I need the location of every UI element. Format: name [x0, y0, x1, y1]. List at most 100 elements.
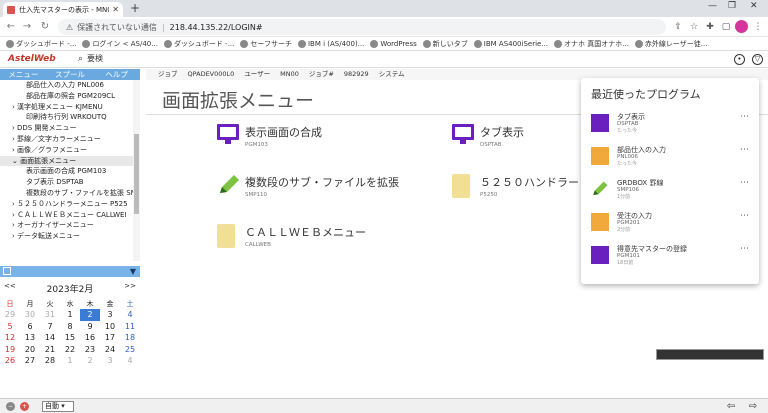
calendar-day[interactable]: 12	[0, 332, 20, 344]
bookmark-item[interactable]: IBM AS400iSerie...	[473, 39, 548, 48]
calendar-day[interactable]: 15	[60, 332, 80, 344]
calendar-day[interactable]: 4	[120, 309, 140, 321]
tree-item[interactable]: › DDS 開発メニュー	[0, 123, 139, 134]
calendar-day[interactable]: 17	[100, 332, 120, 344]
calendar-day[interactable]: 27	[20, 355, 40, 367]
recent-item[interactable]: GRDBOX 罫線 SMP106 1分前 ⋯	[591, 178, 751, 204]
calendar-day[interactable]: 21	[40, 344, 60, 356]
close-window-icon[interactable]: ✕	[750, 1, 758, 11]
collapse-icon[interactable]: ▼	[130, 267, 136, 276]
tree-item[interactable]: › ５２５０ハンドラーメニュー P525	[0, 199, 139, 210]
calendar-day[interactable]: 16	[80, 332, 100, 344]
tree-item[interactable]: › ＣＡＬＬＷＥＢメニュー CALLWEI	[0, 210, 139, 221]
bookmark-item[interactable]: 赤外線レーザー徒...	[634, 39, 707, 49]
tab-menu[interactable]: メニュー	[0, 69, 47, 80]
chat-icon[interactable]: •	[734, 54, 745, 65]
plus-icon[interactable]: +	[20, 402, 29, 411]
tree-item[interactable]: 複数段のサブ・ファイルを拡張 SM	[0, 188, 139, 199]
calendar-day[interactable]: 26	[0, 355, 20, 367]
recent-item[interactable]: 受注の入力 PGM201 2分前 ⋯	[591, 211, 751, 237]
calendar-day[interactable]: 13	[20, 332, 40, 344]
calendar-day[interactable]: 2	[80, 355, 100, 367]
bookmark-item[interactable]: オナホ 真国オナホ...	[554, 39, 629, 49]
tree-scrollbar[interactable]	[133, 80, 140, 261]
calendar-day[interactable]: 14	[40, 332, 60, 344]
bookmark-item[interactable]: ダッシュボード -...	[6, 39, 76, 49]
calendar-day[interactable]: 5	[0, 321, 20, 333]
menu-item-callweb[interactable]: ＣＡＬＬＷＥＢメニュー CALLWEB	[217, 224, 366, 248]
scroll-thumb[interactable]	[134, 134, 139, 214]
search-input[interactable]: ⌕ 要検	[78, 53, 103, 64]
tree-item[interactable]: 部品仕入の入力 PNL006	[0, 80, 139, 91]
bookmark-item[interactable]: 新しいタブ	[422, 39, 468, 49]
calendar-day[interactable]: 9	[80, 321, 100, 333]
more-icon[interactable]: ⋯	[740, 145, 749, 155]
bookmark-item[interactable]: WordPress	[370, 39, 417, 48]
tree-item[interactable]: › オーガナイザーメニュー	[0, 220, 139, 231]
browser-tab[interactable]: 仕入先マスターの表示 - MN00 ✕	[3, 2, 123, 17]
back-arrow-icon[interactable]: ⇦	[724, 400, 738, 413]
tab-help[interactable]: ヘルプ	[93, 69, 141, 80]
profile-avatar[interactable]	[735, 20, 748, 33]
calendar-day[interactable]: 29	[0, 309, 20, 321]
menu-item-subfile[interactable]: 複数段のサブ・ファイルを拡張 SMP110	[217, 174, 399, 198]
calendar-day[interactable]: 3	[100, 309, 120, 321]
calendar-day[interactable]: 19	[0, 344, 20, 356]
recent-item[interactable]: 得意先マスターの登録 PGM101 18日前 ⋯	[591, 244, 751, 270]
bookmark-item[interactable]: IBM i (AS/400)...	[297, 39, 364, 48]
maximize-icon[interactable]: ❐	[728, 1, 736, 11]
calendar-day[interactable]: 20	[20, 344, 40, 356]
floating-toolbar[interactable]	[656, 349, 764, 360]
calendar-day[interactable]: 25	[120, 344, 140, 356]
more-icon[interactable]: ⋯	[740, 178, 749, 188]
minus-icon[interactable]: −	[6, 402, 15, 411]
minimize-icon[interactable]: —	[708, 1, 717, 11]
bookmark-item[interactable]: ダッシュボード -...	[163, 39, 234, 49]
tree-item[interactable]: 部品在庫の照会 PGM209CL	[0, 91, 139, 102]
tree-item[interactable]: › 漢字処理メニュー KJMENU	[0, 102, 139, 113]
calendar-day[interactable]: 10	[100, 321, 120, 333]
filter-icon[interactable]: ▽	[752, 54, 763, 65]
more-icon[interactable]: ⋯	[740, 211, 749, 221]
url-input[interactable]: ⚠ 保護されていない通信 | 218.44.135.22/LOGIN#	[58, 19, 666, 35]
back-icon[interactable]: ←	[4, 20, 18, 34]
tree-item[interactable]: › 罫線／文字カラーメニュー	[0, 134, 139, 145]
calendar-day[interactable]: 1	[60, 355, 80, 367]
menu-item-tab-display[interactable]: タブ表示 DSPTAB	[452, 124, 524, 148]
recent-item[interactable]: 部品仕入の入力 PNL006 たった今 ⋯	[591, 145, 751, 171]
calendar-day[interactable]: 3	[100, 355, 120, 367]
calendar-day[interactable]: 31	[40, 309, 60, 321]
forward-icon[interactable]: →	[20, 20, 34, 34]
new-tab-button[interactable]: +	[128, 1, 142, 15]
calendar-day[interactable]: 24	[100, 344, 120, 356]
calendar-day[interactable]: 18	[120, 332, 140, 344]
calendar-day[interactable]: 8	[60, 321, 80, 333]
tree-item[interactable]: 印刷待ち行列 WRKOUTQ	[0, 112, 139, 123]
more-icon[interactable]: ⋯	[740, 244, 749, 254]
calendar-day[interactable]: 2	[80, 309, 100, 321]
star-icon[interactable]: ☆	[688, 21, 700, 33]
sidepanel-icon[interactable]: ▢	[720, 21, 732, 33]
extensions-icon[interactable]: ✚	[704, 21, 716, 33]
calendar-day[interactable]: 28	[40, 355, 60, 367]
next-month-button[interactable]: >>	[124, 282, 136, 290]
calendar-day[interactable]: 30	[20, 309, 40, 321]
menu-item-5250[interactable]: ５２５０ハンドラー P5250	[452, 174, 579, 198]
close-tab-icon[interactable]: ✕	[112, 5, 119, 14]
bookmark-item[interactable]: セーフサーチ	[240, 39, 292, 49]
menu-item-display-compose[interactable]: 表示画面の合成 PGM103	[217, 124, 322, 148]
calendar-day[interactable]: 7	[40, 321, 60, 333]
forward-arrow-icon[interactable]: ⇨	[746, 400, 760, 413]
tree-item[interactable]: 表示画面の合成 PGM103	[0, 166, 139, 177]
more-icon[interactable]: ⋯	[740, 112, 749, 122]
recent-item[interactable]: タブ表示 DSPTAB たった今 ⋯	[591, 112, 751, 138]
tree-item[interactable]: タブ表示 DSPTAB	[0, 177, 139, 188]
tree-item[interactable]: › 画像／グラフメニュー	[0, 145, 139, 156]
calendar-day[interactable]: 11	[120, 321, 140, 333]
reload-icon[interactable]: ↻	[38, 20, 52, 34]
calendar-day[interactable]: 1	[60, 309, 80, 321]
calendar-day[interactable]: 22	[60, 344, 80, 356]
calendar-day[interactable]: 23	[80, 344, 100, 356]
tree-item[interactable]: › データ転送メニュー	[0, 231, 139, 242]
browser-menu-icon[interactable]: ⋮	[752, 21, 764, 33]
